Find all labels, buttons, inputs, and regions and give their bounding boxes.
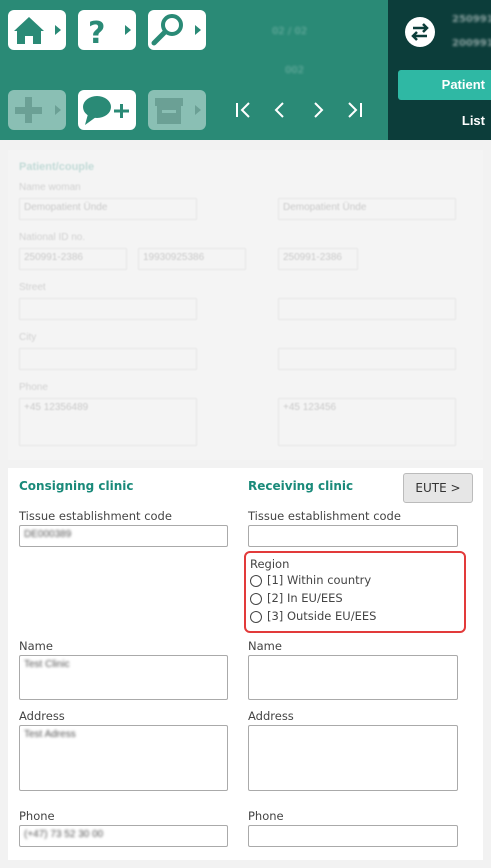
tissue-code-input-receiving[interactable] xyxy=(248,525,458,547)
region-group: Region [1] Within country [2] In EU/EES … xyxy=(244,551,466,633)
address-input-consigning[interactable]: Test Adress xyxy=(19,725,228,791)
region-option-eu-ees[interactable]: [2] In EU/EES xyxy=(250,591,470,607)
consigning-clinic-title: Consigning clinic xyxy=(19,479,134,493)
tab-list[interactable]: List xyxy=(398,110,491,134)
radio-circle-icon xyxy=(250,593,262,605)
comment-plus-icon xyxy=(83,96,129,125)
region-option-within-country[interactable]: [1] Within country xyxy=(250,573,470,589)
first-record-icon[interactable] xyxy=(232,98,256,122)
receiving-clinic-title: Receiving clinic xyxy=(248,479,354,493)
phone-label-receiving: Phone xyxy=(248,809,284,823)
main-toolbar: ? 02 / 02 002 xyxy=(0,0,388,140)
record-counter: 02 / 02 xyxy=(272,26,308,37)
patient-panel: 250991 200991 Patient List xyxy=(388,0,491,140)
home-button[interactable] xyxy=(8,10,66,50)
city-label: City xyxy=(19,332,37,343)
patient-id-primary: 250991 xyxy=(452,14,491,25)
name-label-receiving: Name xyxy=(248,639,282,653)
radio-circle-icon xyxy=(250,575,262,587)
home-icon xyxy=(14,17,61,44)
national-id-field-2[interactable]: 19930925386 xyxy=(138,248,246,270)
name-woman-label: Name woman xyxy=(19,182,81,193)
clinic-name-value: Test Clinic xyxy=(24,659,70,670)
address-label-receiving: Address xyxy=(248,709,294,723)
clinic-phone-value: (+47) 73 52 30 00 xyxy=(24,829,104,840)
record-number: 002 xyxy=(285,65,305,76)
address-input-receiving[interactable] xyxy=(248,725,458,791)
partner-name-field[interactable]: Demopatient Ünde xyxy=(278,198,456,220)
tissue-code-value: DE000389 xyxy=(24,529,72,540)
partner-nid-field[interactable]: 250991-2386 xyxy=(278,248,358,270)
add-comment-button[interactable] xyxy=(78,90,136,130)
address-label-consigning: Address xyxy=(19,709,65,723)
cabinet-icon xyxy=(155,98,201,124)
tissue-code-label-receiving: Tissue establishment code xyxy=(248,509,401,523)
street-field[interactable] xyxy=(19,298,197,320)
phone-label-consigning: Phone xyxy=(19,809,55,823)
next-record-icon[interactable] xyxy=(306,98,330,122)
name-input-consigning[interactable]: Test Clinic xyxy=(19,655,228,700)
street-label: Street xyxy=(19,282,46,293)
tissue-code-label-consigning: Tissue establishment code xyxy=(19,509,172,523)
eute-button[interactable]: EUTE > xyxy=(403,473,473,503)
name-input-receiving[interactable] xyxy=(248,655,458,700)
swap-button[interactable] xyxy=(405,17,435,47)
national-id-label: National ID no. xyxy=(19,232,86,243)
region-option-outside-eu[interactable]: [3] Outside EU/EES xyxy=(250,609,470,625)
region-label: Region xyxy=(250,557,290,571)
partner-city-field[interactable] xyxy=(278,348,456,370)
phone-input-receiving[interactable] xyxy=(248,825,458,847)
plus-icon xyxy=(15,97,61,123)
clinic-card: Consigning clinic Receiving clinic EUTE … xyxy=(8,468,483,860)
svg-text:?: ? xyxy=(88,16,105,50)
phone-input-consigning[interactable]: (+47) 73 52 30 00 xyxy=(19,825,228,847)
search-button[interactable] xyxy=(148,10,206,50)
national-id-field[interactable]: 250991-2386 xyxy=(19,248,127,270)
swap-arrows-icon xyxy=(411,23,429,41)
partner-phone-field[interactable]: +45 123456 xyxy=(278,398,456,446)
name-label-consigning: Name xyxy=(19,639,53,653)
radio-circle-icon xyxy=(250,611,262,623)
question-icon: ? xyxy=(88,16,131,50)
search-icon xyxy=(151,14,201,46)
partner-street-field[interactable] xyxy=(278,298,456,320)
name-woman-field[interactable]: Demopatient Ünde xyxy=(19,198,197,220)
patient-card: Patient/couple Name woman Demopatient Ün… xyxy=(8,150,483,460)
add-button[interactable] xyxy=(8,90,66,130)
city-field[interactable] xyxy=(19,348,197,370)
tab-patient[interactable]: Patient xyxy=(398,70,491,100)
patient-card-title: Patient/couple xyxy=(19,161,95,173)
phone-label: Phone xyxy=(19,382,48,393)
last-record-icon[interactable] xyxy=(342,98,366,122)
tissue-code-input-consigning[interactable]: DE000389 xyxy=(19,525,228,547)
archive-button[interactable] xyxy=(148,90,206,130)
help-button[interactable]: ? xyxy=(78,10,136,50)
clinic-address-value: Test Adress xyxy=(24,729,76,740)
previous-record-icon[interactable] xyxy=(268,98,292,122)
phone-field[interactable]: +45 12356489 xyxy=(19,398,197,446)
patient-id-secondary: 200991 xyxy=(452,38,491,49)
